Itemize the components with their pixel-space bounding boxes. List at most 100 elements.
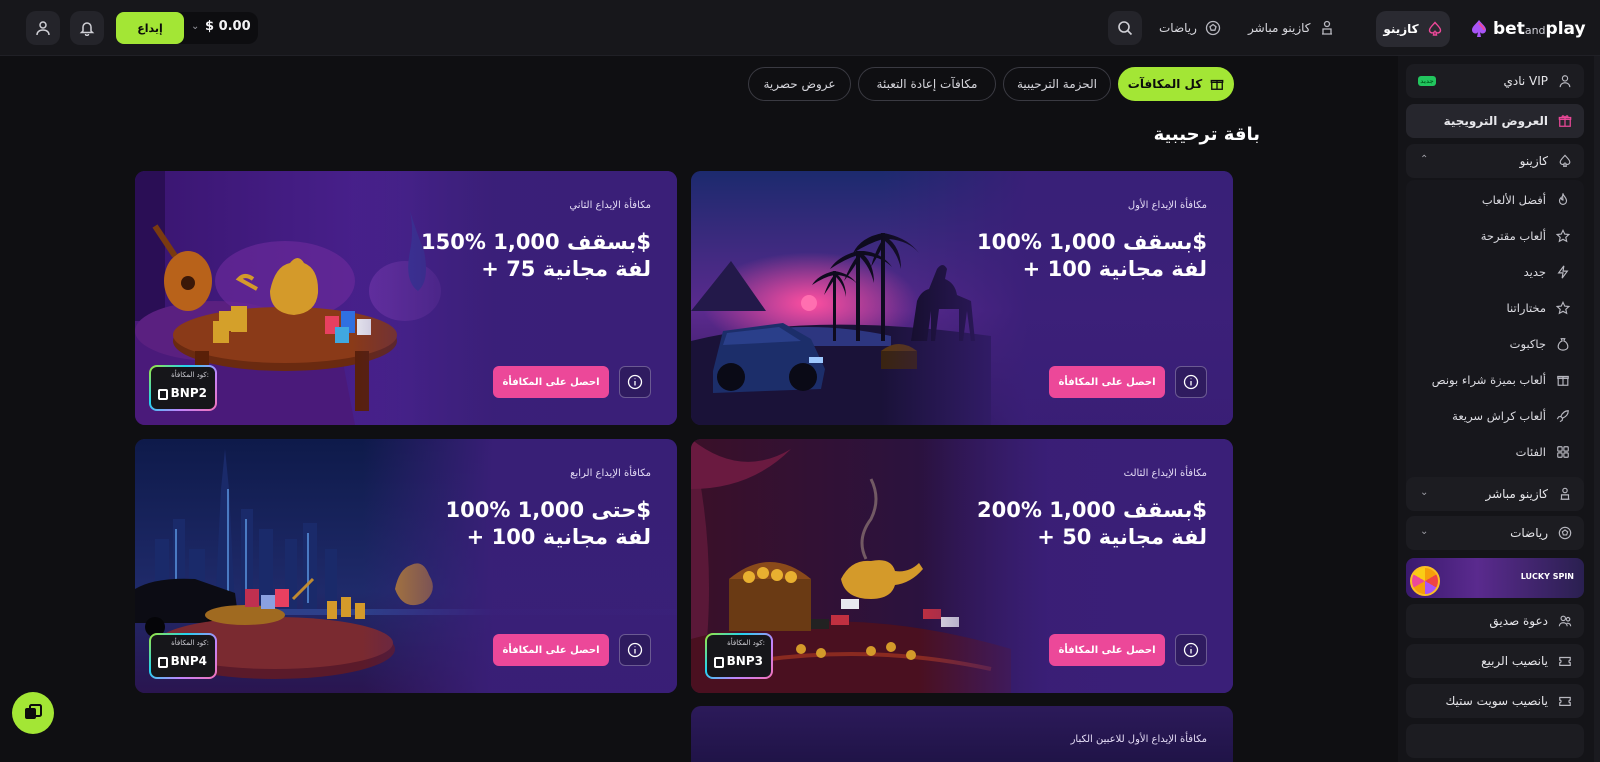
sidebar-item-label: جديد [1523,265,1546,279]
rocket-icon [1556,410,1569,423]
sidebar-item-spring-lottery[interactable]: يانصيب الربيع [1406,644,1584,678]
nav-casino-label: كازينو [1383,22,1419,36]
sidebar-item-new[interactable]: جديد [1406,254,1584,290]
sidebar-item-label: كازينو مباشر [1485,487,1548,501]
sidebar-item-label: كازينو [1519,154,1548,168]
info-button[interactable] [619,634,651,666]
card-title: 200% بسقف 1,000$ + 50 لفة مجانية [977,498,1207,549]
info-button[interactable] [1175,366,1207,398]
chevron-down-icon[interactable]: ⌄ [1420,487,1428,498]
deposit-button[interactable]: إيداع [116,12,184,44]
card-title: 100% حتى 1,000$ + 100 لفة مجانية [445,498,651,549]
star-icon [1556,229,1570,243]
claim-bonus-button[interactable]: احصل على المكافأة [493,366,609,398]
nav-casino[interactable]: كازينو [1376,11,1450,47]
sidebar-item-invite[interactable]: دعوة صديق [1406,604,1584,638]
sidebar-item-casino[interactable]: ⌃ كازينو [1406,144,1584,178]
claim-bonus-button[interactable]: احصل على المكافأة [493,634,609,666]
tab-welcome-package[interactable]: الحزمة الترحيبية [1003,67,1111,101]
sidebar-item-bonus-buy[interactable]: ألعاب بميزة شراء بونص [1406,362,1584,398]
sidebar-item-categories[interactable]: الفئات [1406,434,1584,470]
logo-text: betandplay [1493,19,1586,39]
sidebar-item-promotions[interactable]: العروض الترويجية [1406,104,1584,138]
sidebar-item-live-casino[interactable]: ⌄ كازينو مباشر [1406,477,1584,511]
new-badge: جديد [1418,76,1436,86]
sidebar-item-label: نادي VIP [1503,74,1548,88]
copy-icon[interactable] [158,389,168,400]
tab-exclusive-offers[interactable]: عروض حصرية [748,67,851,101]
card-subtitle: مكافأة الإيداع الأول للاعبين الكبار [1070,734,1207,745]
promo-code-badge[interactable]: كود المكافأة: BNP3 [705,633,773,679]
promo-code-value: BNP4 [170,654,207,668]
bonus-card-high-roller: مكافأة الإيداع الأول للاعبين الكبار [691,706,1233,762]
sidebar-item-label: أفضل الألعاب [1481,193,1546,207]
tab-label: كل المكافآت [1127,77,1203,91]
lucky-spin-label: LUCKY SPIN [1520,572,1574,581]
chevron-down-icon[interactable]: ⌄ [1420,526,1428,537]
promo-code-label: كود المكافأة: [171,639,209,647]
gift-box-icon [1557,375,1569,386]
sidebar-item-sports[interactable]: ⌄ رياضات [1406,516,1584,550]
brand-logo[interactable]: betandplay [1470,16,1586,42]
info-button[interactable] [1175,634,1207,666]
promo-code-badge[interactable]: كود المكافأة: BNP4 [149,633,217,679]
spade-icon [1559,154,1571,167]
nav-live-casino[interactable]: كازينو مباشر [1248,14,1335,42]
sidebar-item-label: دعوة صديق [1489,614,1548,628]
card-subtitle: مكافأة الإيداع الثالث [1123,468,1207,479]
card-title: 100% بسقف 1,000$ + 100 لفة مجانية [977,230,1207,281]
soccer-ball-icon [1205,20,1221,36]
tab-reload-bonuses[interactable]: مكافآت إعادة التعبئة [858,67,996,101]
balance-value[interactable]: $ 0.00 [205,19,251,34]
tab-all-bonuses[interactable]: كل المكافآت [1118,67,1234,101]
scrollbar[interactable] [1594,56,1600,762]
ticket-icon [1559,696,1571,706]
card-subtitle: مكافأة الإيداع الأول [1127,200,1207,211]
search-icon [1118,21,1133,36]
logo-spade-icon [1472,20,1486,37]
info-icon [627,374,643,390]
chevron-up-icon[interactable]: ⌃ [1420,154,1428,165]
info-button[interactable] [619,366,651,398]
claim-bonus-button[interactable]: احصل على المكافأة [1049,366,1165,398]
bonus-card-first-deposit: مكافأة الإيداع الأول 100% بسقف 1,000$ + … [691,171,1233,425]
chevron-down-icon[interactable]: ⌄ [191,21,199,32]
card-subtitle: مكافأة الإيداع الثاني [569,200,651,211]
profile-button[interactable] [26,11,60,45]
sidebar-item-top-games[interactable]: أفضل الألعاب [1406,182,1584,218]
claim-bonus-button[interactable]: احصل على المكافأة [1049,634,1165,666]
bonus-card-fourth-deposit: مكافأة الإيداع الرابع 100% حتى 1,000$ + … [135,439,677,693]
gift-icon [1558,115,1572,127]
sidebar-item-label: ألعاب مقترحة [1480,229,1546,243]
live-chat-button[interactable] [12,692,54,734]
nav-live-casino-label: كازينو مباشر [1248,21,1311,35]
user-icon [36,21,50,36]
card-subtitle: مكافأة الإيداع الرابع [570,468,651,479]
grid-icon [1557,446,1569,458]
sidebar-item-recommended[interactable]: ألعاب مقترحة [1406,218,1584,254]
lucky-spin-banner[interactable]: LUCKY SPIN [1406,558,1584,598]
sidebar: جديد نادي VIP العروض الترويجية ⌃ كازينو … [1398,56,1600,762]
flame-icon [1558,193,1568,205]
promo-code-badge[interactable]: كود المكافأة: BNP2 [149,365,217,411]
promo-code-label: كود المكافأة: [171,371,209,379]
sidebar-item-picks[interactable]: مختاراتنا [1406,290,1584,326]
search-button[interactable] [1108,11,1142,45]
tab-label: الحزمة الترحيبية [1017,77,1097,91]
nav-sports[interactable]: رياضات [1159,14,1221,42]
sidebar-item-label: ألعاب بميزة شراء بونص [1431,373,1546,387]
dealer-icon [1560,487,1570,500]
casino-submenu: أفضل الألعاب ألعاب مقترحة جديد مختاراتنا… [1406,180,1584,494]
sidebar-item-sweet-lottery[interactable]: يانصيب سويت ستيك [1406,684,1584,718]
notifications-button[interactable] [70,11,104,45]
dealer-icon [1321,20,1332,35]
sidebar-item-jackpot[interactable]: جاكبوت [1406,326,1584,362]
info-icon [627,642,643,658]
copy-icon[interactable] [158,657,168,668]
users-icon [1559,75,1571,88]
sidebar-item-more[interactable] [1406,724,1584,758]
sidebar-item-crash[interactable]: ألعاب كراش سريعة [1406,398,1584,434]
star-outline-icon [1556,301,1570,315]
sidebar-item-vip[interactable]: جديد نادي VIP [1406,64,1584,98]
copy-icon[interactable] [714,657,724,668]
